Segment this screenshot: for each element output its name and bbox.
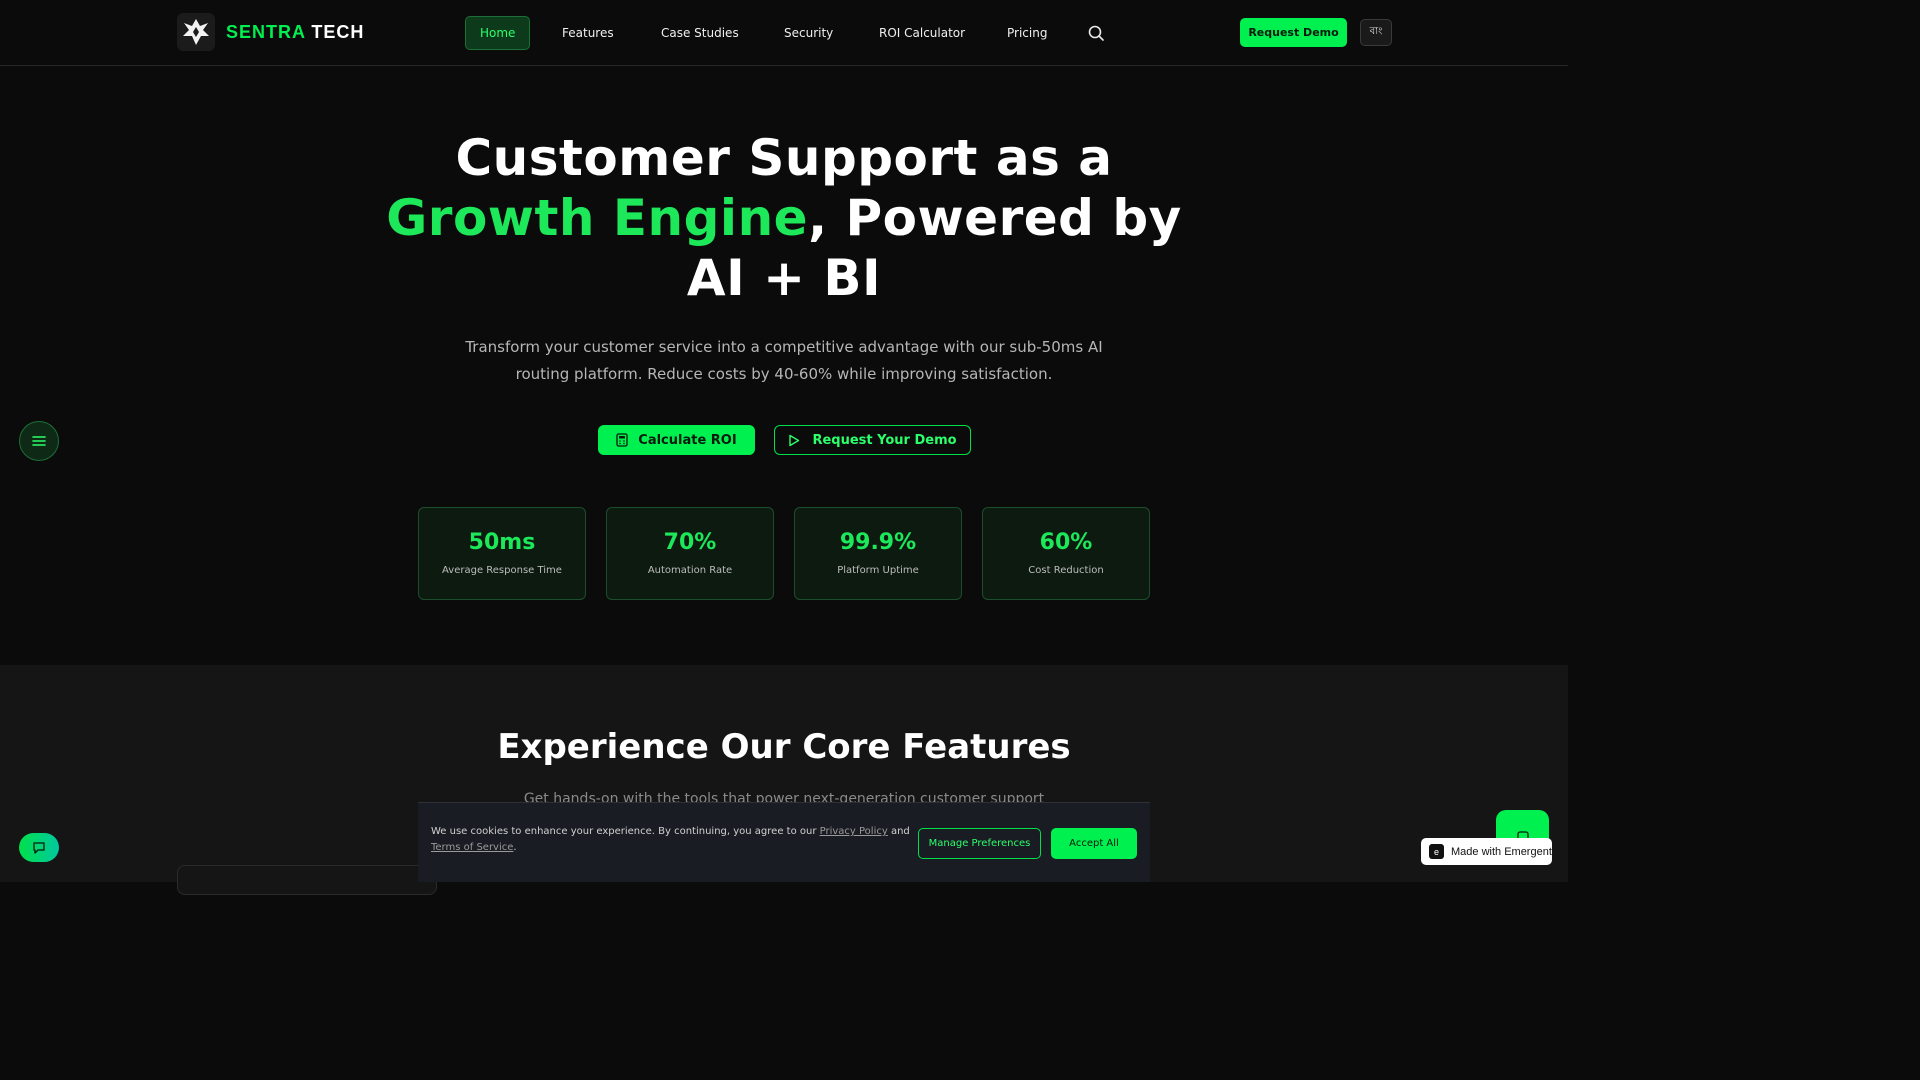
request-demo-button[interactable]: Request Demo (1240, 18, 1347, 47)
stat-value: 99.9% (839, 530, 917, 555)
search-icon[interactable] (1087, 24, 1105, 42)
hero-title-accent: Growth Engine (386, 189, 809, 247)
manage-preferences-button[interactable]: Manage Preferences (918, 828, 1041, 859)
brand-name: SENTRA TECH (226, 22, 364, 43)
cookie-text-middle: and (887, 826, 910, 837)
terms-of-service-link[interactable]: Terms of Service (431, 842, 513, 853)
cookie-banner: We use cookies to enhance your experienc… (418, 802, 1150, 882)
nav-item-security[interactable]: Security (770, 16, 847, 50)
made-with-label: Made with Emergent (1451, 845, 1552, 858)
play-icon (789, 434, 800, 446)
stat-label: Cost Reduction (1028, 565, 1104, 576)
cookie-text-end: . (513, 842, 517, 853)
emergent-logo-icon: e (1429, 844, 1444, 859)
hero-title: Customer Support as a Growth Engine, Pow… (384, 128, 1184, 308)
cookie-message: We use cookies to enhance your experienc… (431, 824, 911, 856)
logo-mark-icon (177, 13, 215, 51)
hero-subtitle: Transform your customer service into a c… (465, 338, 1103, 383)
features-title: Experience Our Core Features (497, 727, 1071, 767)
stat-label: Platform Uptime (837, 565, 919, 576)
stat-label: Average Response Time (442, 565, 562, 576)
calculate-roi-button[interactable]: Calculate ROI (598, 425, 755, 455)
language-toggle-button[interactable]: বাং (1360, 19, 1392, 46)
stat-card: 99.9% Platform Uptime (794, 507, 962, 600)
brand-name-part2: TECH (311, 21, 365, 42)
accept-all-button[interactable]: Accept All (1051, 828, 1137, 859)
hero-title-line3: AI + BI (686, 249, 882, 307)
chat-launcher-button[interactable] (19, 833, 59, 862)
calculate-roi-label: Calculate ROI (638, 432, 737, 448)
hero-title-after-accent: , Powered by (808, 189, 1182, 247)
stat-value: 60% (1039, 530, 1093, 555)
nav-item-features[interactable]: Features (548, 16, 628, 50)
top-navbar: SENTRA TECH Home Features Case Studies S… (0, 0, 1568, 66)
nav-item-pricing[interactable]: Pricing (993, 16, 1061, 50)
brand-name-part1: SENTRA (226, 21, 306, 42)
nav-item-case-studies[interactable]: Case Studies (647, 16, 753, 50)
stat-card: 60% Cost Reduction (982, 507, 1150, 600)
nav-item-roi-calculator[interactable]: ROI Calculator (865, 16, 979, 50)
side-menu-button[interactable] (19, 421, 59, 461)
chat-icon (33, 841, 45, 854)
cookie-text-before: We use cookies to enhance your experienc… (431, 826, 820, 837)
hero-title-line1: Customer Support as a (455, 129, 1113, 187)
nav-item-home[interactable]: Home (465, 16, 531, 50)
hamburger-icon (32, 436, 46, 446)
stat-card: 70% Automation Rate (606, 507, 774, 600)
brand-logo[interactable]: SENTRA TECH (177, 13, 364, 51)
stat-value: 50ms (468, 530, 536, 555)
request-your-demo-button[interactable]: Request Your Demo (774, 425, 971, 455)
stat-label: Automation Rate (647, 565, 733, 576)
stat-value: 70% (663, 530, 717, 555)
request-your-demo-label: Request Your Demo (812, 432, 957, 448)
made-with-emergent-badge[interactable]: e Made with Emergent (1421, 838, 1552, 865)
stat-card: 50ms Average Response Time (418, 507, 586, 600)
feature-card (177, 865, 437, 895)
calculator-icon (616, 433, 628, 447)
privacy-policy-link[interactable]: Privacy Policy (820, 826, 888, 837)
